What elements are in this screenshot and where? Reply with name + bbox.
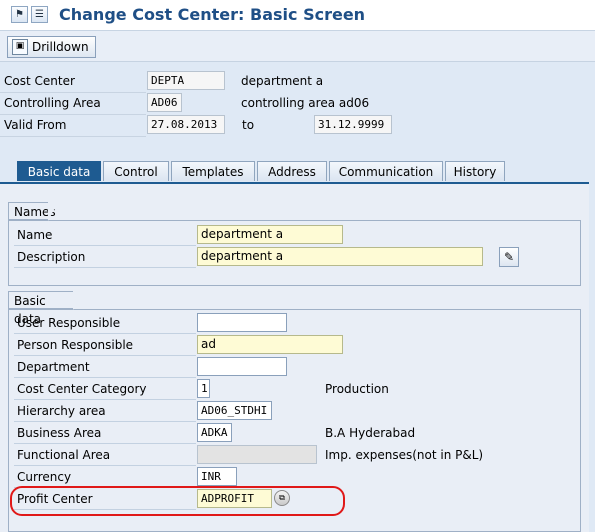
long-text-edit-button[interactable]: ✎: [499, 247, 519, 267]
functional-area-input: [197, 445, 317, 464]
business-area-label: Business Area: [14, 423, 196, 444]
edit-pencil-icon: ✎: [503, 250, 515, 264]
cost-center-field: DEPTA: [147, 71, 225, 90]
functional-area-description: Imp. expenses(not in P&L): [325, 448, 484, 462]
person-responsible-label: Person Responsible: [14, 335, 196, 356]
valid-from-field: 27.08.2013: [147, 115, 225, 134]
highlight-ellipse: [10, 486, 345, 516]
currency-input[interactable]: INR: [197, 467, 237, 486]
business-area-description: B.A Hyderabad: [325, 426, 416, 440]
valid-from-label: Valid From: [4, 118, 67, 132]
valid-to-field: 31.12.9999: [314, 115, 392, 134]
page-title: Change Cost Center: Basic Screen: [59, 5, 366, 24]
person-responsible-input[interactable]: ad: [197, 335, 343, 354]
description-input[interactable]: department a: [197, 247, 483, 266]
tab-history[interactable]: History: [445, 161, 505, 181]
user-responsible-label: User Responsible: [14, 313, 196, 334]
name-input[interactable]: department a: [197, 225, 343, 244]
currency-label: Currency: [14, 467, 196, 488]
controlling-area-label: Controlling Area: [4, 96, 101, 110]
title-bar: ⚑ ☰ Change Cost Center: Basic Screen: [0, 0, 595, 31]
cost-center-category-label: Cost Center Category: [14, 379, 196, 400]
cost-center-description: department a: [241, 74, 324, 88]
description-label: Description: [14, 247, 196, 268]
tab-basic-data[interactable]: Basic data: [17, 161, 101, 181]
drilldown-label: Drilldown: [32, 40, 89, 54]
tab-address[interactable]: Address: [257, 161, 327, 181]
names-group-title: Names: [8, 202, 58, 221]
controlling-area-description: controlling area ad06: [241, 96, 370, 110]
tab-communication[interactable]: Communication: [329, 161, 443, 181]
name-label: Name: [14, 225, 196, 246]
controlling-area-field: AD06: [147, 93, 182, 112]
cost-center-category-input[interactable]: 1: [197, 379, 210, 398]
other-objects-icon[interactable]: ⚑: [11, 6, 28, 23]
drilldown-icon: ▣: [12, 39, 28, 55]
drilldown-button[interactable]: ▣ Drilldown: [7, 36, 96, 58]
cost-center-category-description: Production: [325, 382, 389, 396]
user-responsible-input[interactable]: [197, 313, 287, 332]
basic-data-group-title: Basic data: [8, 291, 83, 326]
application-toolbar: ▣ Drilldown: [0, 31, 595, 62]
display-change-icon[interactable]: ☰: [31, 6, 48, 23]
tab-templates[interactable]: Templates: [171, 161, 255, 181]
business-area-input[interactable]: ADKA: [197, 423, 232, 442]
hierarchy-area-input[interactable]: AD06_STDHI: [197, 401, 272, 420]
cost-center-label: Cost Center: [4, 74, 75, 88]
to-label: to: [242, 118, 255, 132]
tab-control[interactable]: Control: [103, 161, 169, 181]
department-input[interactable]: [197, 357, 287, 376]
department-label: Department: [14, 357, 196, 378]
functional-area-label: Functional Area: [14, 445, 196, 466]
hierarchy-area-label: Hierarchy area: [14, 401, 196, 422]
